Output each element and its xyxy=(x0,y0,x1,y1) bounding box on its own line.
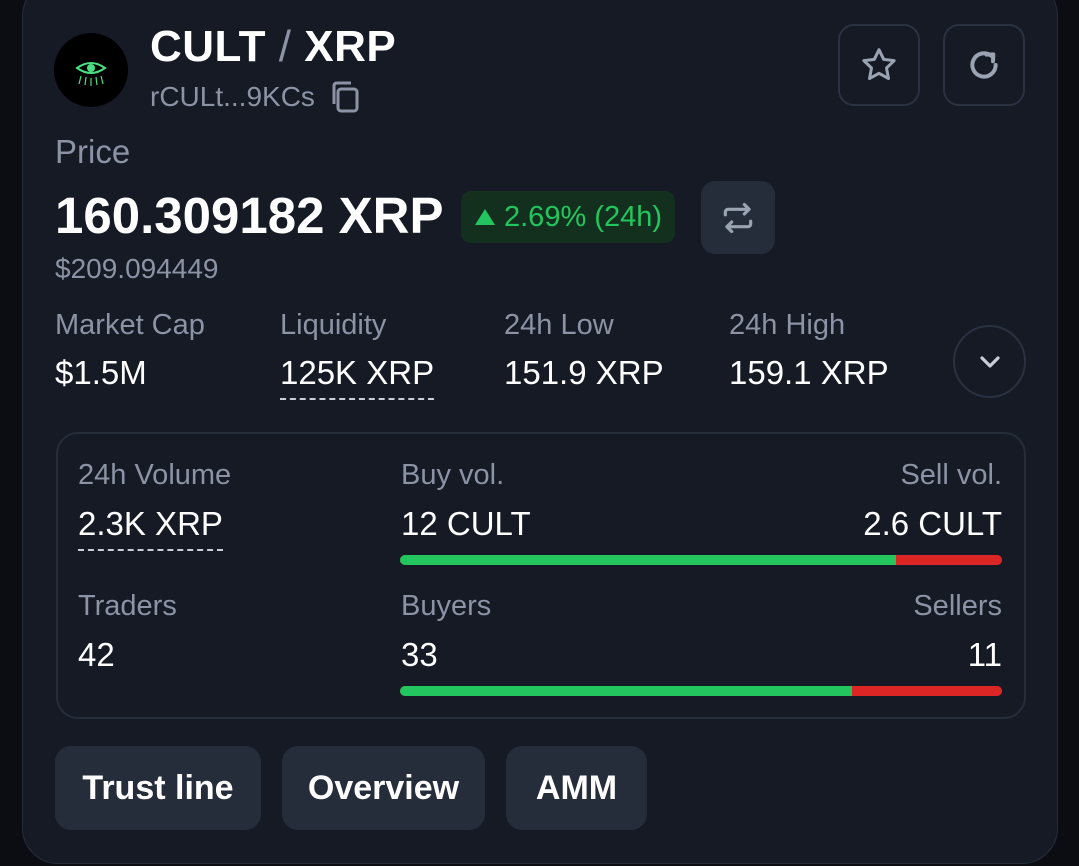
buy-volume-fill xyxy=(400,555,897,565)
volume-value[interactable]: 2.3K XRP xyxy=(78,505,223,551)
price-label: Price xyxy=(55,133,131,170)
volume-ratio-bar xyxy=(400,555,1002,565)
tab-trust-line[interactable]: Trust line xyxy=(55,746,261,830)
stat-label: Market Cap xyxy=(55,309,205,341)
stat-value: 151.9 XRP xyxy=(504,354,664,391)
buyers-fill xyxy=(400,686,852,696)
stat-label: 24h Low xyxy=(504,309,614,341)
stat-value: $1.5M xyxy=(55,354,147,391)
chevron-down-icon xyxy=(979,355,1000,368)
base-symbol: CULT xyxy=(150,22,267,71)
traders-value: 42 xyxy=(78,636,115,673)
buyers-value: 33 xyxy=(401,636,438,673)
swap-arrows-icon xyxy=(723,202,753,233)
stat-value: 159.1 XRP xyxy=(729,354,889,391)
address-text: rCULt...9KCs xyxy=(150,81,315,112)
expand-stats-button[interactable] xyxy=(953,325,1026,398)
liquidity-value[interactable]: 125K XRP xyxy=(280,354,435,400)
refresh-button[interactable] xyxy=(943,24,1025,106)
pair-title: CULT / XRP xyxy=(150,22,396,72)
traders-label: Traders xyxy=(78,590,177,622)
token-address[interactable]: rCULt...9KCs xyxy=(150,80,361,114)
star-icon xyxy=(862,48,896,80)
triangle-up-icon xyxy=(475,209,495,225)
buyers-label: Buyers xyxy=(401,590,492,622)
sellers-value: 11 xyxy=(967,636,1002,673)
sell-volume-fill xyxy=(896,555,1002,565)
swap-button[interactable] xyxy=(701,181,775,254)
sellers-fill xyxy=(851,686,1002,696)
buy-vol-value: 12 CULT xyxy=(401,505,531,542)
eye-logo-icon xyxy=(75,62,107,86)
volume-label: 24h Volume xyxy=(78,459,232,491)
sellers-label: Sellers xyxy=(913,590,1002,622)
price-change-badge: 2.69% (24h) xyxy=(461,191,675,243)
pair-separator: / xyxy=(278,22,292,71)
sell-vol-value: 2.6 CULT xyxy=(863,505,1002,542)
token-logo xyxy=(54,33,128,107)
sell-vol-label: Sell vol. xyxy=(900,459,1002,491)
stat-liquidity: Liquidity 125K XRP xyxy=(280,309,435,400)
stat-market-cap: Market Cap $1.5M xyxy=(55,309,205,392)
stat-24h-high: 24h High 159.1 XRP xyxy=(729,309,889,392)
stat-24h-low: 24h Low 151.9 XRP xyxy=(504,309,664,392)
price-value: 160.309182 XRP xyxy=(55,187,444,244)
tab-amm[interactable]: AMM xyxy=(506,746,647,830)
quote-symbol: XRP xyxy=(304,22,397,71)
usd-price: $209.094449 xyxy=(55,253,219,284)
stat-label: 24h High xyxy=(729,309,846,341)
stat-label: Liquidity xyxy=(280,309,387,341)
price-change-text: 2.69% (24h) xyxy=(504,200,662,233)
tab-overview[interactable]: Overview xyxy=(282,746,485,830)
favorite-button[interactable] xyxy=(838,24,920,106)
buy-vol-label: Buy vol. xyxy=(401,459,505,491)
refresh-icon xyxy=(970,51,998,79)
traders-ratio-bar xyxy=(400,686,1002,696)
copy-icon[interactable] xyxy=(329,80,361,114)
